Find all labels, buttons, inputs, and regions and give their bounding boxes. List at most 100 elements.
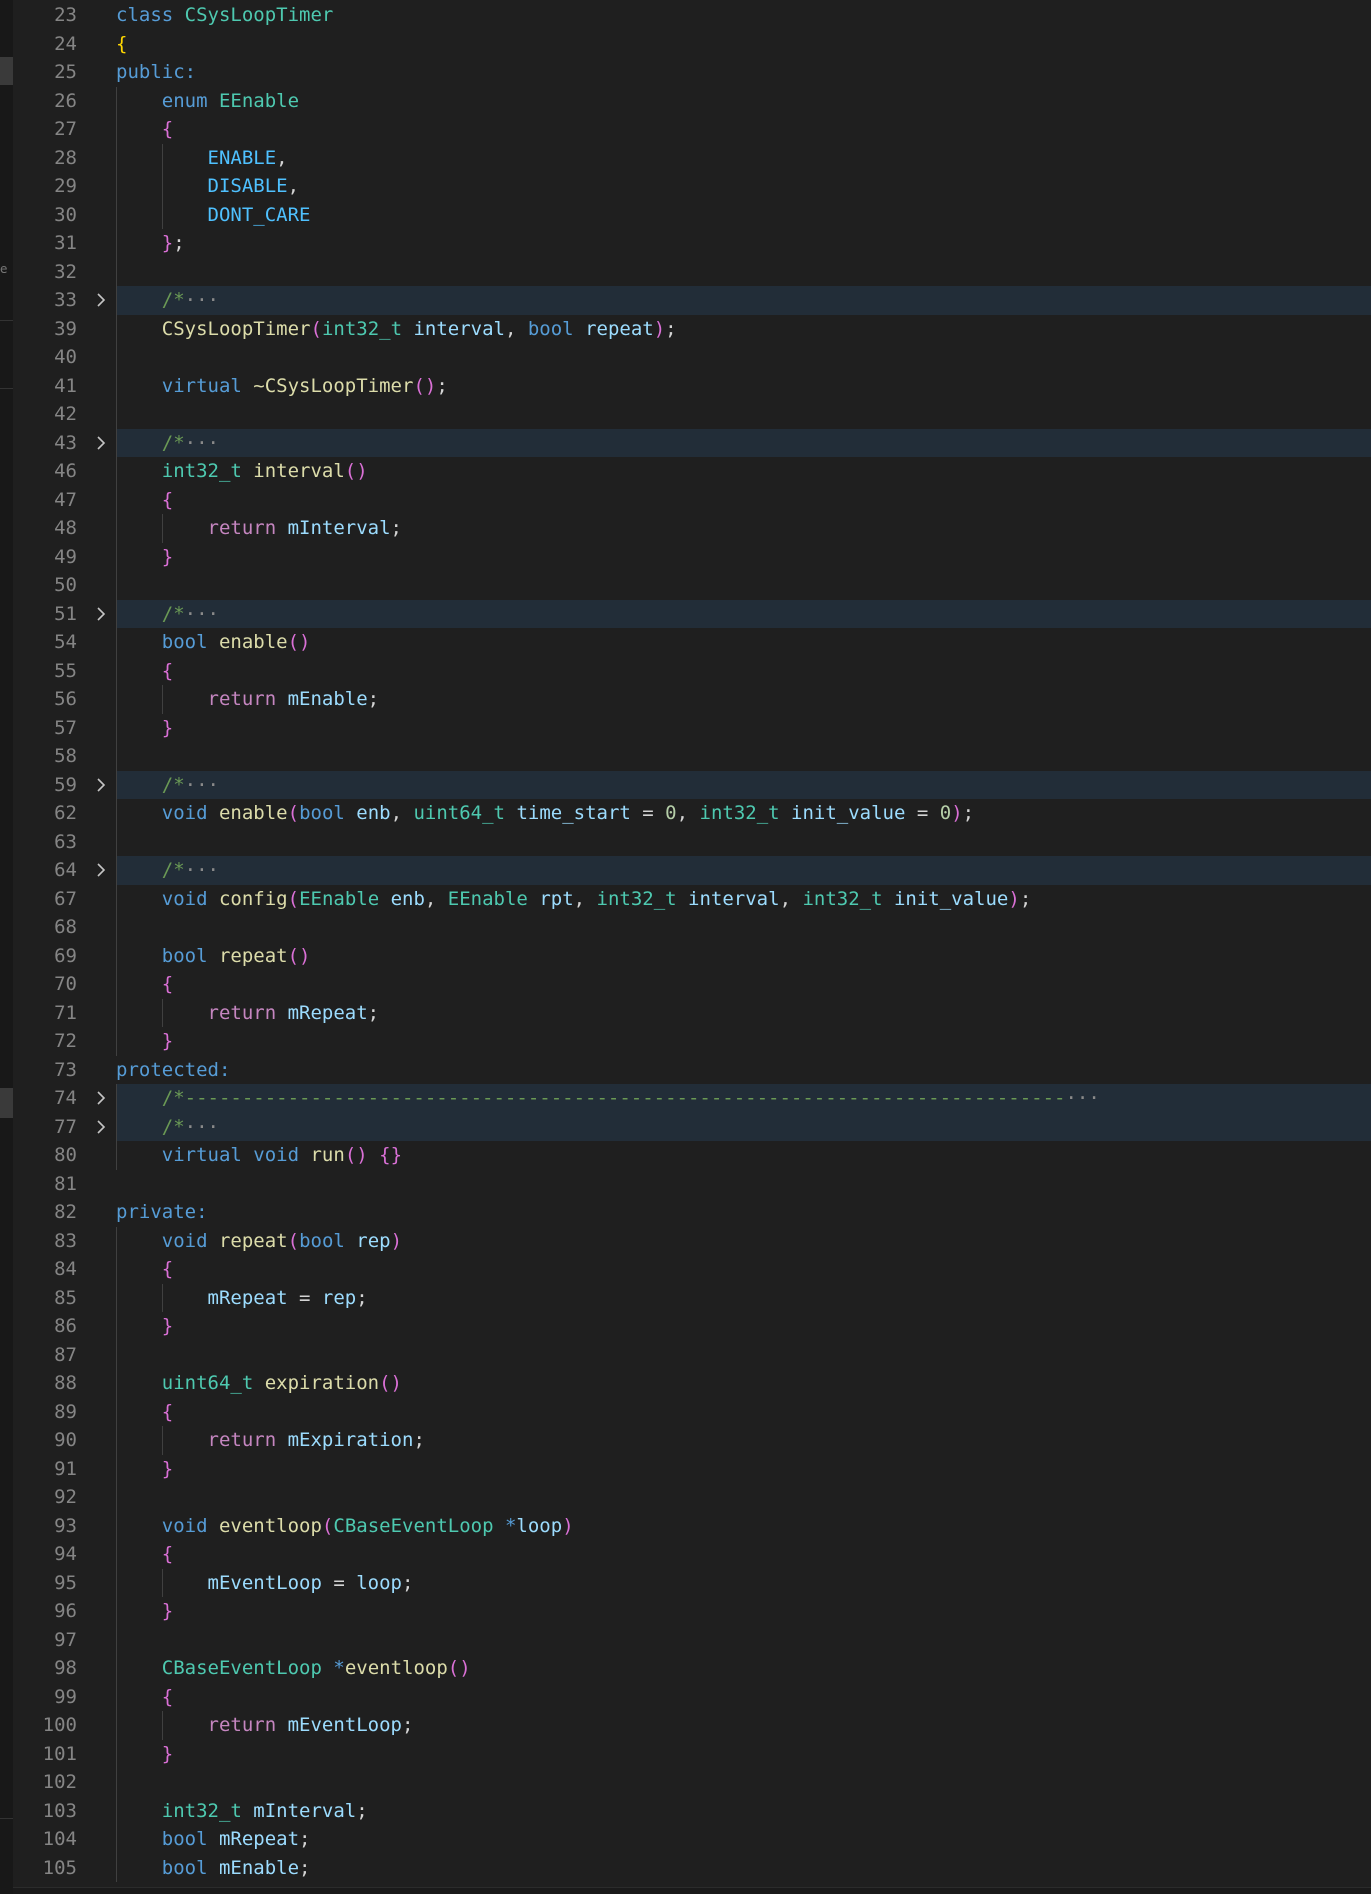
code-line[interactable]: 92 (13, 1483, 1371, 1512)
code-line[interactable]: 67 void config(EEnable enb, EEnable rpt,… (13, 885, 1371, 914)
code-line[interactable]: 82 private: (13, 1198, 1371, 1227)
line-number: 85 (54, 1286, 77, 1309)
code-line[interactable]: 94 { (13, 1540, 1371, 1569)
code-line[interactable]: 33 /*··· (13, 286, 1371, 315)
chevron-right-icon[interactable] (91, 1113, 111, 1142)
code-line[interactable]: 93 void eventloop(CBaseEventLoop *loop) (13, 1512, 1371, 1541)
code-text: { (116, 115, 1371, 144)
code-line[interactable]: 55 { (13, 657, 1371, 686)
code-line[interactable]: 30 DONT_CARE (13, 201, 1371, 230)
code-line[interactable]: 42 (13, 400, 1371, 429)
code-line[interactable]: 100 return mEventLoop; (13, 1711, 1371, 1740)
horizontal-scrollbar[interactable] (13, 1887, 1371, 1894)
code-line[interactable]: 70 { (13, 970, 1371, 999)
code-line[interactable]: 63 (13, 828, 1371, 857)
code-line[interactable]: 71 return mRepeat; (13, 999, 1371, 1028)
code-line[interactable]: 99 { (13, 1683, 1371, 1712)
code-line[interactable]: 28 ENABLE, (13, 144, 1371, 173)
code-line[interactable]: 95 mEventLoop = loop; (13, 1569, 1371, 1598)
code-line[interactable]: 41 virtual ~CSysLoopTimer(); (13, 372, 1371, 401)
code-line[interactable]: 23 class CSysLoopTimer (13, 1, 1371, 30)
code-line[interactable]: 64 /*··· (13, 856, 1371, 885)
line-number: 103 (42, 1799, 77, 1822)
code-line[interactable]: 56 return mEnable; (13, 685, 1371, 714)
code-editor[interactable]: 23 class CSysLoopTimer 24 {25 public: 26 enum… (13, 0, 1371, 1894)
code-line[interactable]: 88 uint64_t expiration() (13, 1369, 1371, 1398)
indent-guide (161, 685, 163, 714)
code-line[interactable]: 57 } (13, 714, 1371, 743)
code-line[interactable]: 47 { (13, 486, 1371, 515)
code-line[interactable]: 59 /*··· (13, 770, 1371, 800)
code-token: void (161, 802, 219, 824)
code-line[interactable]: 39 CSysLoopTimer(int32_t interval, bool … (13, 315, 1371, 344)
chevron-right-icon[interactable] (91, 856, 111, 885)
code-line[interactable]: 81 (13, 1170, 1371, 1199)
code-line[interactable]: 24 { (13, 30, 1371, 59)
code-line[interactable]: 91 } (13, 1455, 1371, 1484)
code-line[interactable]: 73 protected: (13, 1056, 1371, 1085)
code-line[interactable]: 96 } (13, 1597, 1371, 1626)
line-number: 105 (42, 1856, 77, 1879)
code-line[interactable]: 27 { (13, 115, 1371, 144)
code-token: { (161, 973, 174, 995)
code-line[interactable]: 74 /*-----------------------------------… (13, 1084, 1371, 1113)
code-line[interactable]: 46 int32_t interval() (13, 457, 1371, 486)
code-line[interactable]: 54 bool enable() (13, 628, 1371, 657)
code-line[interactable]: 90 return mExpiration; (13, 1426, 1371, 1455)
code-token: /* (161, 602, 185, 625)
code-line[interactable]: 32 (13, 258, 1371, 287)
code-line[interactable]: 25 public: (13, 58, 1371, 87)
code-line[interactable]: 50 (13, 571, 1371, 600)
code-line[interactable]: 97 (13, 1626, 1371, 1655)
code-token: ; (665, 317, 677, 340)
chevron-right-icon[interactable] (91, 771, 111, 800)
code-line[interactable]: 103 int32_t mInterval; (13, 1797, 1371, 1826)
code-line[interactable]: 102 (13, 1768, 1371, 1797)
chevron-right-icon[interactable] (91, 1084, 111, 1113)
code-line[interactable]: 43 /*··· (13, 428, 1371, 458)
code-line[interactable]: 101 } (13, 1740, 1371, 1769)
code-line[interactable]: 86 } (13, 1312, 1371, 1341)
code-line[interactable]: 87 (13, 1341, 1371, 1370)
code-line[interactable]: 51 /*··· (13, 599, 1371, 629)
code-text: }; (116, 229, 1371, 258)
line-number: 59 (54, 773, 77, 796)
chevron-right-icon[interactable] (91, 600, 111, 629)
chevron-right-icon[interactable] (91, 286, 111, 315)
code-line[interactable]: 58 (13, 742, 1371, 771)
code-line[interactable]: 89 { (13, 1398, 1371, 1427)
line-number: 56 (54, 688, 77, 710)
code-token: void (161, 1229, 219, 1252)
code-token: ··· (1065, 1087, 1100, 1109)
code-line[interactable]: 85 mRepeat = rep; (13, 1284, 1371, 1313)
code-line[interactable]: 68 (13, 913, 1371, 942)
code-line[interactable]: 26 enum EEnable (13, 87, 1371, 116)
code-line[interactable]: 98 CBaseEventLoop *eventloop() (13, 1654, 1371, 1683)
code-line[interactable]: 48 return mInterval; (13, 514, 1371, 543)
line-number: 102 (42, 1771, 77, 1793)
line-number: 39 (54, 317, 77, 340)
code-line[interactable]: 29 DISABLE, (13, 172, 1371, 201)
code-line[interactable]: 104 bool mRepeat; (13, 1825, 1371, 1854)
code-line[interactable]: 77 /*··· (13, 1112, 1371, 1142)
code-token: repeat (218, 1229, 288, 1252)
code-line[interactable]: 72 } (13, 1027, 1371, 1056)
code-line[interactable]: 80 virtual void run() {} (13, 1141, 1371, 1170)
code-line[interactable]: 84 { (13, 1255, 1371, 1284)
code-line[interactable]: 69 bool repeat() (13, 942, 1371, 971)
code-line[interactable]: 49 } (13, 543, 1371, 572)
code-line[interactable]: 31 }; (13, 229, 1371, 258)
chevron-right-icon[interactable] (91, 429, 111, 458)
code-line[interactable]: 83 void repeat(bool rep) (13, 1227, 1371, 1256)
code-token: eventloop (218, 1514, 322, 1537)
code-line[interactable]: 40 (13, 343, 1371, 372)
code-line[interactable]: 105 bool mEnable; (13, 1854, 1371, 1883)
code-line[interactable]: 62 void enable(bool enb, uint64_t time_s… (13, 799, 1371, 828)
